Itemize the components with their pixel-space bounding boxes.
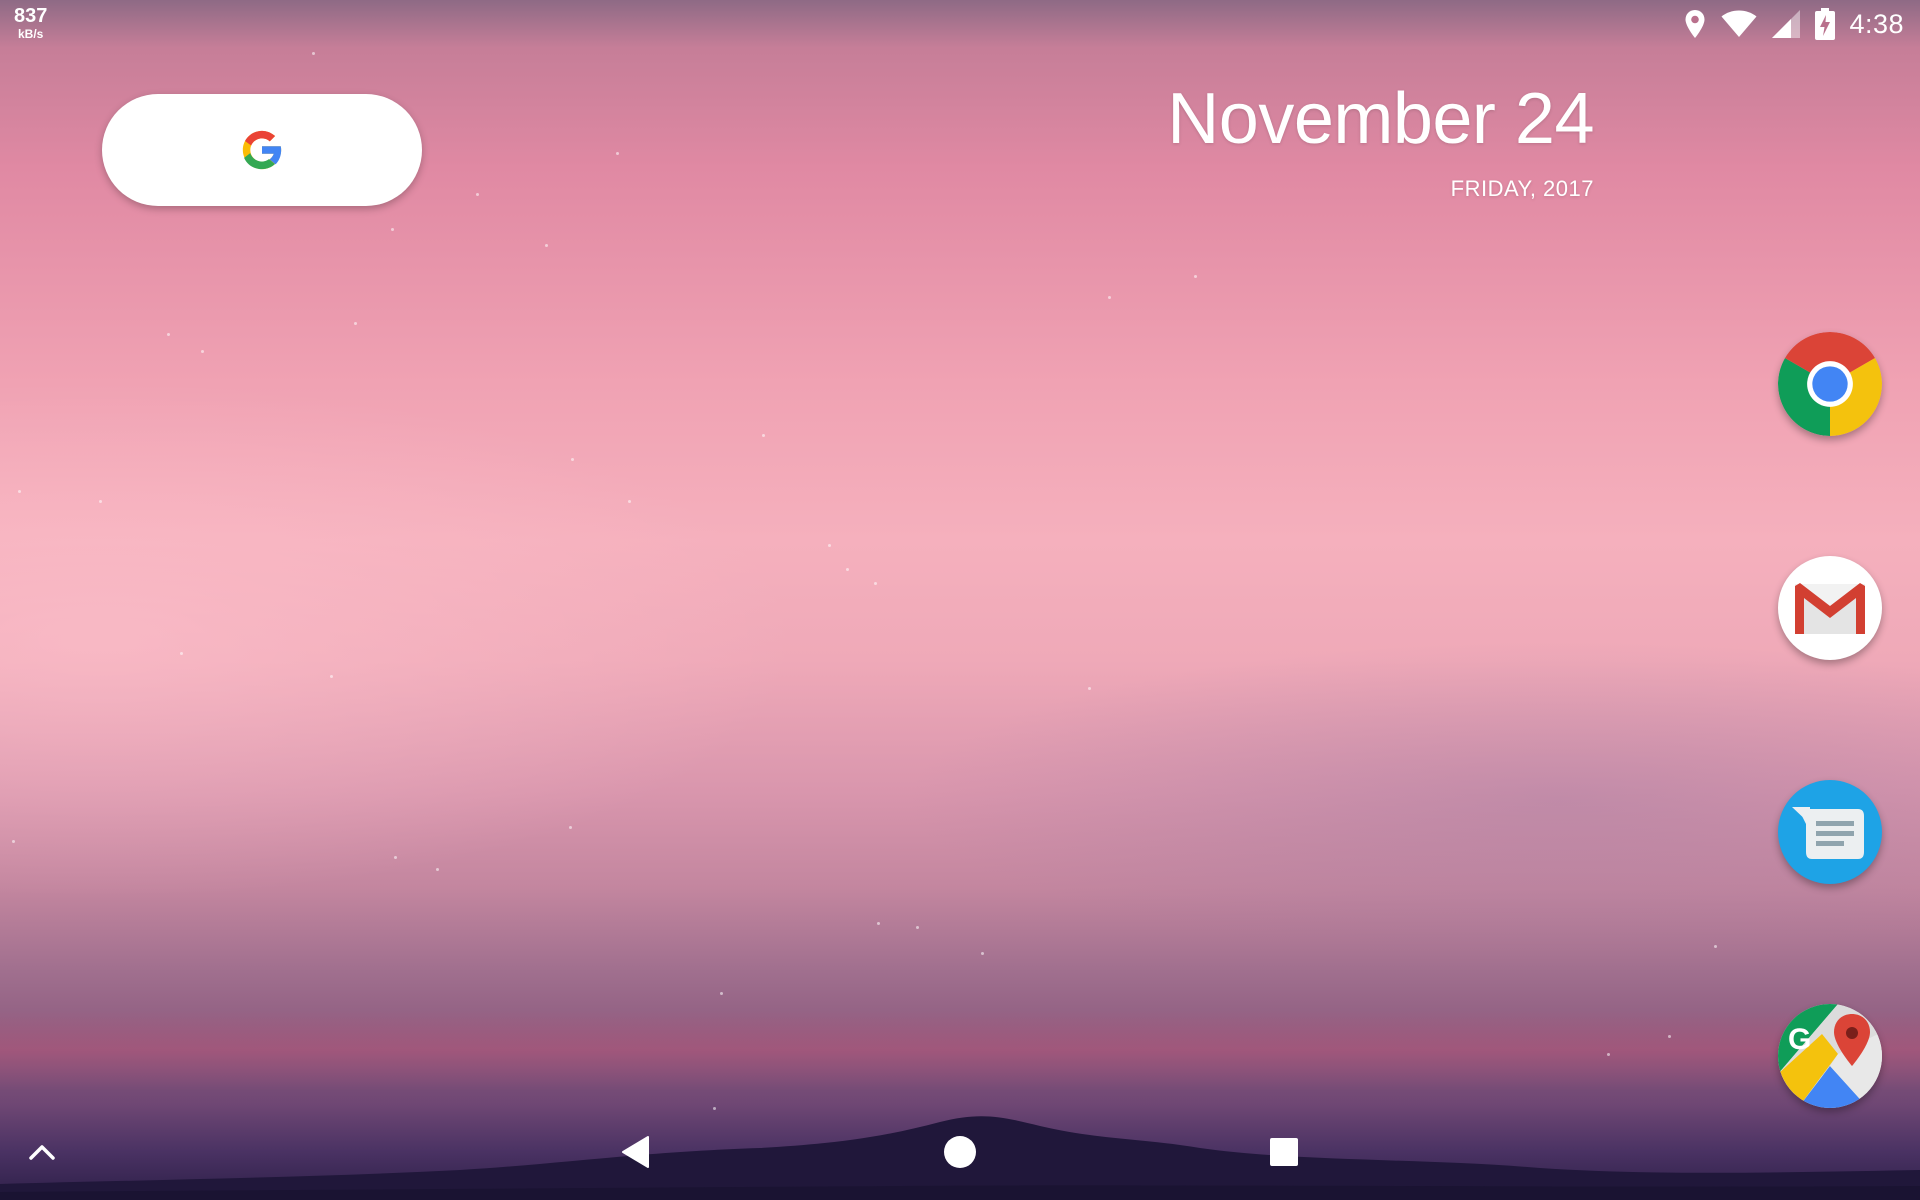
back-button[interactable]	[606, 1122, 666, 1182]
messages-icon	[1792, 807, 1864, 859]
chrome-app-button[interactable]	[1778, 332, 1882, 436]
back-triangle-icon	[622, 1136, 649, 1168]
chevron-up-icon	[29, 1145, 55, 1160]
battery-charging-icon	[1815, 8, 1836, 40]
wifi-icon	[1721, 10, 1757, 37]
chrome-icon	[1778, 332, 1882, 436]
svg-text:G: G	[1788, 1023, 1811, 1056]
home-screen: 837 kB/s 4:38 November 24 FRIDAY, 2017 G	[0, 0, 1920, 1200]
date-widget[interactable]: November 24 FRIDAY, 2017	[1167, 79, 1594, 202]
maps-app-button[interactable]: G	[1778, 1004, 1882, 1108]
app-drawer-handle[interactable]	[12, 1122, 72, 1182]
cell-signal-icon	[1772, 10, 1801, 38]
date-label: November 24	[1167, 79, 1594, 159]
home-button[interactable]	[930, 1122, 990, 1182]
wallpaper-haze	[900, 640, 1920, 960]
network-speed-unit: kB/s	[18, 27, 44, 41]
google-search-widget[interactable]	[102, 94, 422, 206]
recents-button[interactable]	[1254, 1122, 1314, 1182]
wallpaper-glow	[0, 380, 800, 900]
wallpaper-horizon	[0, 1010, 1920, 1090]
recents-square-icon	[1270, 1138, 1298, 1166]
messages-app-button[interactable]	[1778, 780, 1882, 884]
maps-icon: G	[1778, 1004, 1882, 1108]
clock: 4:38	[1849, 8, 1904, 39]
network-speed-indicator: 837 kB/s	[14, 6, 47, 40]
network-speed-value: 837	[14, 5, 48, 27]
navigation-bar	[0, 1104, 1920, 1200]
weekday-year-label: FRIDAY, 2017	[1450, 175, 1594, 201]
status-bar: 837 kB/s 4:38	[0, 0, 1920, 48]
google-g-icon	[242, 130, 283, 170]
gmail-icon	[1795, 583, 1865, 634]
home-circle-icon	[944, 1136, 976, 1168]
gmail-app-button[interactable]	[1778, 556, 1882, 660]
status-icons: 4:38	[1683, 8, 1904, 40]
location-icon	[1685, 10, 1705, 38]
